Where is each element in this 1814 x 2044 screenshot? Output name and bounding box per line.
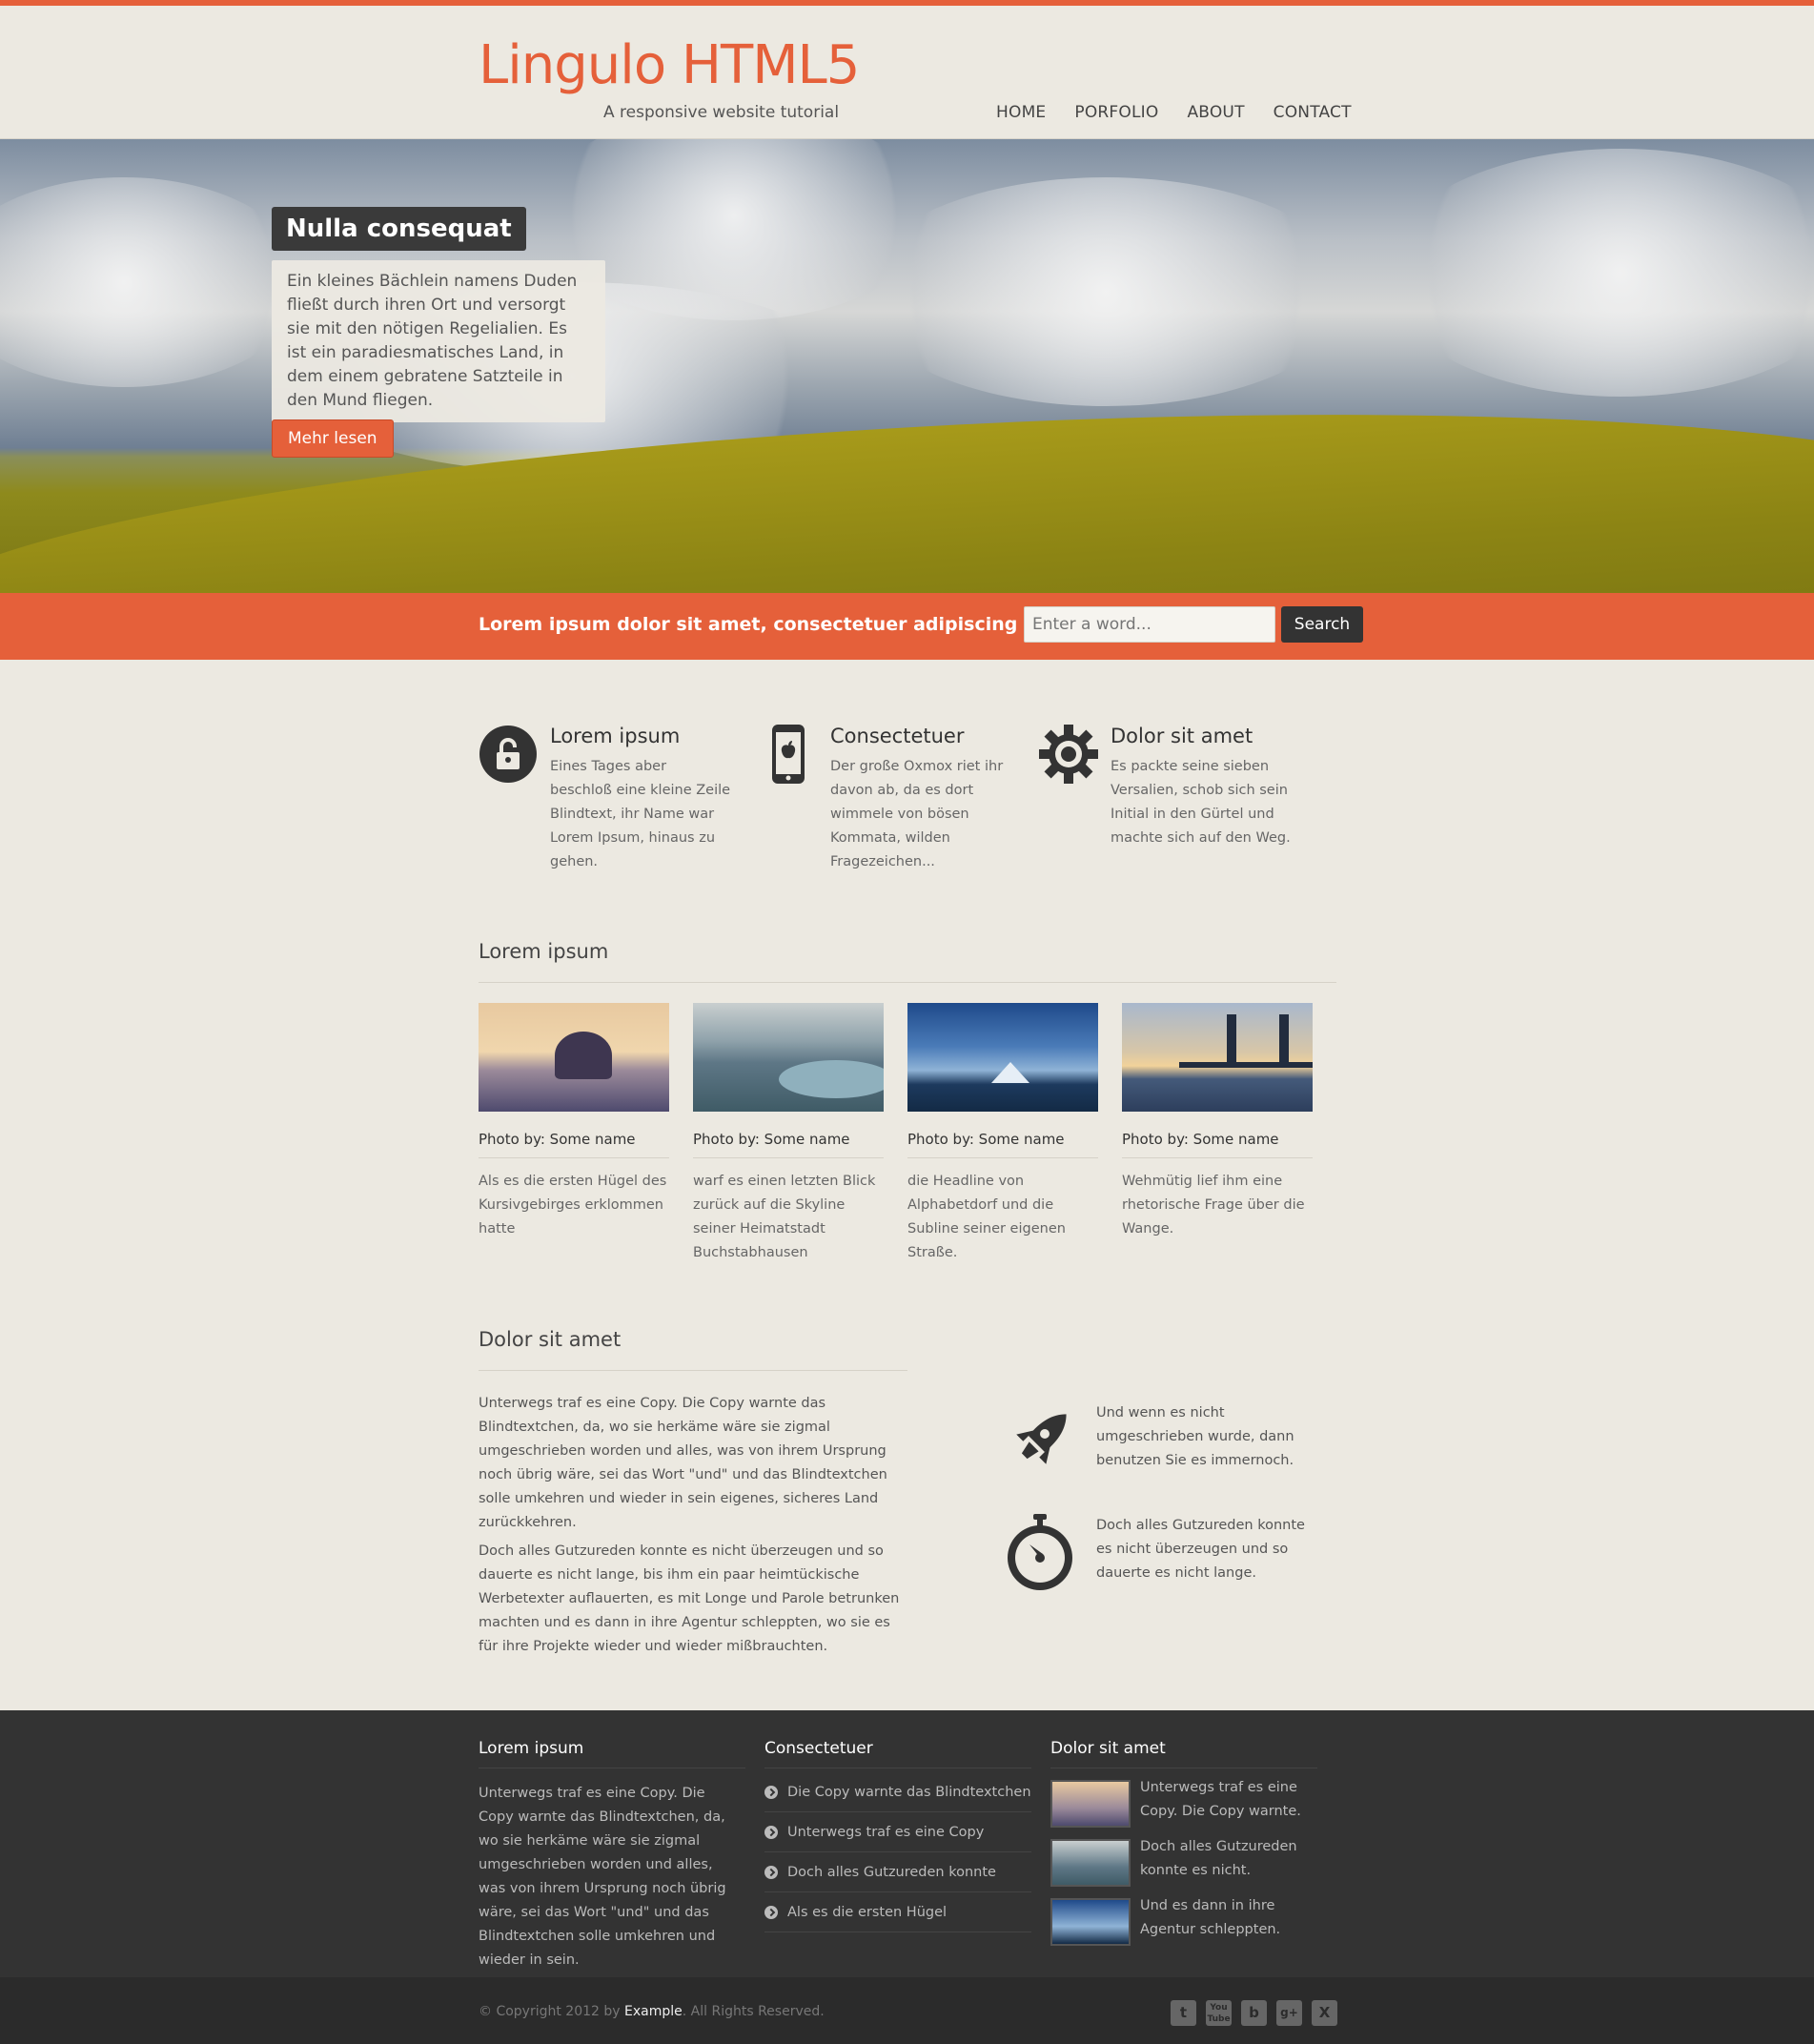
arrow-right-icon (764, 1906, 778, 1919)
nav-contact[interactable]: CONTACT (1274, 103, 1352, 122)
footer-col-title: Dolor sit amet (1050, 1739, 1317, 1768)
dolor-text-section: Unterwegs traf es eine Copy. Die Copy wa… (479, 1392, 907, 1664)
gallery-image[interactable] (1122, 1003, 1313, 1112)
hero-cloud (1382, 149, 1814, 397)
footer-post[interactable]: Und es dann in ihre Agentur schleppten. (1050, 1898, 1327, 1946)
gallery-text: Wehmütig lief ihm eine rhetorische Frage… (1122, 1174, 1305, 1237)
feature-text: Eines Tages aber beschloß eine kleine Ze… (550, 759, 731, 869)
xing-icon[interactable]: X (1312, 2000, 1337, 2026)
read-more-button[interactable]: Mehr lesen (272, 419, 394, 458)
site-tagline: A responsive website tutorial (603, 103, 840, 122)
copyright-suffix: . All Rights Reserved. (682, 2004, 825, 2019)
footer-post-text: Unterwegs traf es eine Copy. Die Copy wa… (1140, 1780, 1301, 1819)
nav-about[interactable]: ABOUT (1187, 103, 1244, 122)
footer-link-label: Die Copy warnte das Blindtextchen (787, 1785, 1031, 1800)
dolor-divider (479, 1370, 907, 1371)
footer-link[interactable]: Unterwegs traf es eine Copy (764, 1812, 1031, 1852)
tumblr-icon[interactable]: t (1171, 2000, 1196, 2026)
footer-col-about: Lorem ipsum Unterwegs traf es eine Copy.… (479, 1739, 745, 1972)
hero-cloud (858, 177, 1354, 406)
feature-title: Consectetuer (830, 725, 965, 747)
gallery-text: warf es einen letzten Blick zurück auf d… (693, 1174, 876, 1260)
search-input[interactable] (1024, 606, 1275, 643)
main-nav: HOME PORFOLIO ABOUT CONTACT (996, 103, 1352, 122)
footer-post[interactable]: Unterwegs traf es eine Copy. Die Copy wa… (1050, 1780, 1327, 1828)
gallery-caption: Photo by: Some name (1122, 1131, 1313, 1158)
footer-col-links: Consectetuer Die Copy warnte das Blindte… (764, 1739, 1031, 1932)
footer-col-posts: Dolor sit amet Unterwegs traf es eine Co… (1050, 1739, 1327, 1946)
footer-col-title: Lorem ipsum (479, 1739, 745, 1768)
nav-home[interactable]: HOME (996, 103, 1046, 122)
feature-title: Lorem ipsum (550, 725, 681, 747)
footer-link-label: Unterwegs traf es eine Copy (787, 1825, 985, 1840)
search-strip: Lorem ipsum dolor sit amet, consectetuer… (0, 593, 1814, 660)
footer-link[interactable]: Als es die ersten Hügel (764, 1892, 1031, 1932)
footer-post[interactable]: Doch alles Gutzureden konnte es nicht. (1050, 1839, 1327, 1887)
footer-link-label: Als es die ersten Hügel (787, 1905, 948, 1920)
dolor-title: Dolor sit amet (479, 1328, 622, 1351)
gear-icon (1039, 725, 1098, 784)
gallery-item: Photo by: Some name warf es einen letzte… (693, 1003, 884, 1265)
copyright: © Copyright 2012 by Example. All Rights … (479, 2004, 825, 2019)
site-logo[interactable]: Lingulo HTML5 (479, 34, 860, 96)
gallery-image[interactable] (693, 1003, 884, 1112)
footer-link-label: Doch alles Gutzureden konnte (787, 1865, 996, 1880)
arrow-right-icon (764, 1826, 778, 1839)
dolor-paragraph: Unterwegs traf es eine Copy. Die Copy wa… (479, 1396, 887, 1530)
aside-item: Doch alles Gutzureden konnte es nicht üb… (1001, 1514, 1305, 1596)
gallery-caption: Photo by: Some name (693, 1131, 884, 1158)
blogger-icon[interactable]: b (1241, 2000, 1267, 2026)
gallery-item: Photo by: Some name die Headline von Alp… (907, 1003, 1098, 1265)
copyright-prefix: © Copyright 2012 by (479, 2004, 625, 2019)
feature-text: Der große Oxmox riet ihr davon ab, da es… (830, 759, 1004, 869)
aside-text: Doch alles Gutzureden konnte es nicht üb… (1096, 1518, 1305, 1581)
gallery-caption: Photo by: Some name (907, 1131, 1098, 1158)
social-links: t You Tube b g+ X (1171, 2000, 1337, 2026)
google-plus-icon[interactable]: g+ (1276, 2000, 1302, 2026)
youtube-icon[interactable]: You Tube (1206, 2000, 1232, 2026)
copyright-brand-link[interactable]: Example (624, 2004, 683, 2019)
footer-post-thumbnail[interactable] (1050, 1898, 1131, 1946)
hero-title: Nulla consequat (272, 207, 526, 251)
search-strip-text: Lorem ipsum dolor sit amet, consectetuer… (479, 614, 1068, 635)
dolor-paragraph: Doch alles Gutzureden konnte es nicht üb… (479, 1543, 900, 1654)
footer-post-text: Und es dann in ihre Agentur schleppten. (1140, 1898, 1281, 1937)
footer-col-title: Consectetuer (764, 1739, 1031, 1768)
gallery-caption: Photo by: Some name (479, 1131, 669, 1158)
footer-post-text: Doch alles Gutzureden konnte es nicht. (1140, 1839, 1297, 1878)
footer-post-thumbnail[interactable] (1050, 1839, 1131, 1887)
phone-icon (772, 725, 805, 784)
gallery-text: Als es die ersten Hügel des Kursivgebirg… (479, 1174, 667, 1237)
feature-text: Es packte seine sieben Versalien, schob … (1111, 759, 1291, 846)
footer-link[interactable]: Die Copy warnte das Blindtextchen (764, 1772, 1031, 1812)
feature-title: Dolor sit amet (1111, 725, 1253, 747)
gallery-item: Photo by: Some name Wehmütig lief ihm ei… (1122, 1003, 1313, 1241)
gallery-image[interactable] (907, 1003, 1098, 1112)
footer-link[interactable]: Doch alles Gutzureden konnte (764, 1852, 1031, 1892)
gallery-title: Lorem ipsum (479, 940, 609, 963)
footer-post-thumbnail[interactable] (1050, 1780, 1131, 1828)
search-button[interactable]: Search (1281, 606, 1363, 643)
rocket-icon (1016, 1414, 1067, 1464)
hero-cloud (0, 177, 305, 387)
arrow-right-icon (764, 1786, 778, 1799)
nav-portfolio[interactable]: PORFOLIO (1074, 103, 1158, 122)
aside-text: Und wenn es nicht umgeschrieben wurde, d… (1096, 1405, 1294, 1468)
arrow-right-icon (764, 1866, 778, 1879)
hero-banner: Nulla consequat Ein kleines Bächlein nam… (0, 139, 1814, 593)
lock-icon (479, 726, 537, 783)
stopwatch-icon (1008, 1514, 1072, 1590)
hero-text: Ein kleines Bächlein namens Duden fließt… (272, 260, 605, 422)
gallery-item: Photo by: Some name Als es die ersten Hü… (479, 1003, 669, 1241)
site-footer: Lorem ipsum Unterwegs traf es eine Copy.… (0, 1710, 1814, 1977)
bottom-bar: © Copyright 2012 by Example. All Rights … (0, 1977, 1814, 2044)
site-header: Lingulo HTML5 A responsive website tutor… (0, 6, 1814, 139)
aside-item: Und wenn es nicht umgeschrieben wurde, d… (1001, 1401, 1294, 1483)
gallery-image[interactable] (479, 1003, 669, 1112)
gallery-text: die Headline von Alphabetdorf und die Su… (907, 1174, 1066, 1260)
footer-col-text: Unterwegs traf es eine Copy. Die Copy wa… (479, 1786, 726, 1968)
gallery-divider (479, 982, 1336, 983)
